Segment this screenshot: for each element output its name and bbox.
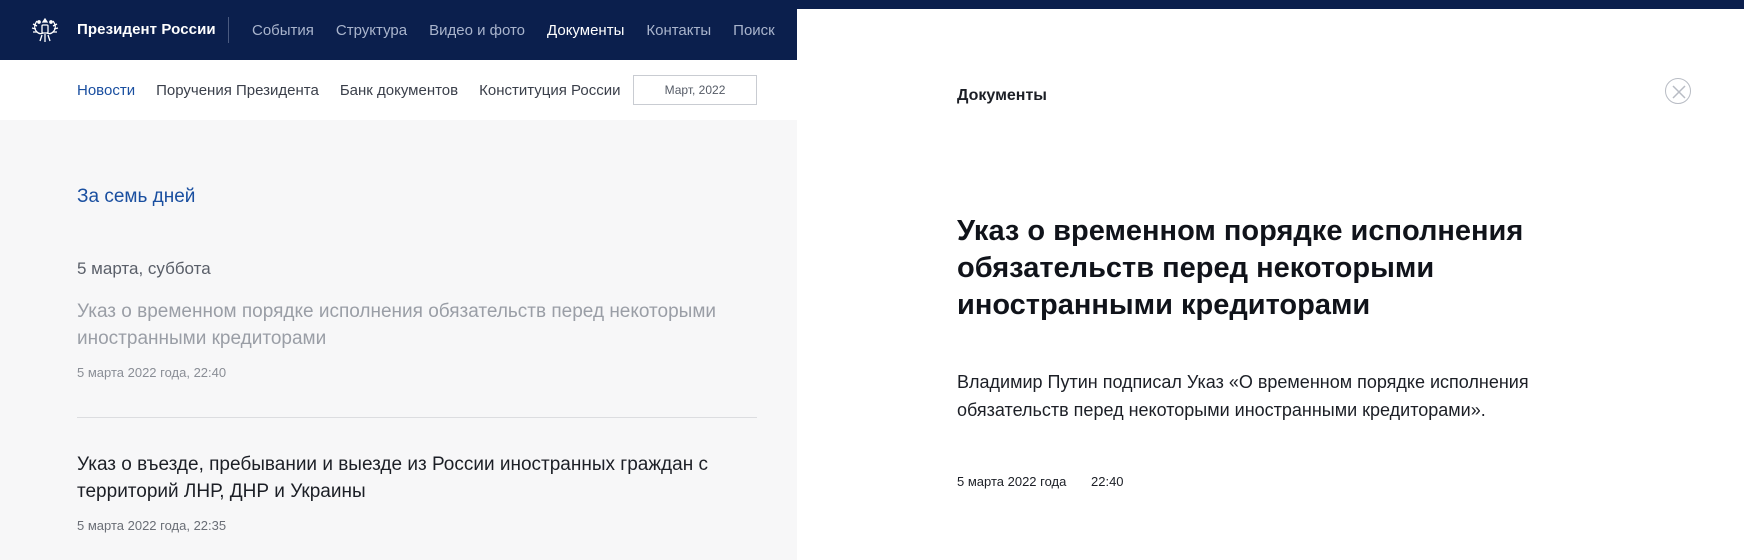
- header-divider: [228, 17, 229, 43]
- nav-item-documents[interactable]: Документы: [547, 22, 624, 39]
- document-date: 5 марта 2022 года: [957, 474, 1067, 489]
- subnav-item-news[interactable]: Новости: [77, 82, 135, 99]
- document-section-label: Документы: [957, 87, 1047, 104]
- double-headed-eagle-icon[interactable]: [28, 13, 62, 47]
- close-button[interactable]: [1665, 78, 1691, 104]
- day-heading: 5 марта, суббота: [77, 259, 211, 278]
- news-divider: [77, 417, 757, 418]
- main-nav: События Структура Видео и фото Документы…: [252, 0, 797, 60]
- subnav-item-document-bank[interactable]: Банк документов: [340, 82, 458, 99]
- site-header: Президент России События Структура Видео…: [0, 0, 797, 60]
- close-icon: [1672, 85, 1686, 99]
- nav-item-structure[interactable]: Структура: [336, 22, 407, 39]
- news-item-date: 5 марта 2022 года, 22:40: [77, 365, 227, 380]
- subnav-item-constitution[interactable]: Конституция России: [479, 82, 620, 99]
- month-date-picker[interactable]: Март, 2022: [633, 75, 757, 105]
- panel-top-strip: [797, 0, 1744, 9]
- news-item-title[interactable]: Указ о въезде, пребывании и выезде из Ро…: [77, 451, 757, 505]
- news-item-date: 5 марта 2022 года, 22:35: [77, 518, 227, 533]
- subnav-item-instructions[interactable]: Поручения Президента: [156, 82, 319, 99]
- nav-item-contacts[interactable]: Контакты: [646, 22, 711, 39]
- news-panel: Президент России События Структура Видео…: [0, 0, 797, 560]
- document-panel: Документы Указ о временном порядке испол…: [797, 0, 1744, 560]
- news-item-title[interactable]: Указ о временном порядке исполнения обяз…: [77, 298, 757, 352]
- period-link-seven-days[interactable]: За семь дней: [77, 186, 195, 208]
- nav-item-video-photo[interactable]: Видео и фото: [429, 22, 525, 39]
- document-lead: Владимир Путин подписал Указ «О временно…: [957, 372, 1529, 420]
- document-title: Указ о временном порядке исполнения обяз…: [957, 215, 1524, 321]
- document-time: 22:40: [1091, 474, 1124, 489]
- site-title[interactable]: Президент России: [77, 21, 216, 38]
- nav-item-events[interactable]: События: [252, 22, 314, 39]
- nav-item-search[interactable]: Поиск: [733, 22, 775, 39]
